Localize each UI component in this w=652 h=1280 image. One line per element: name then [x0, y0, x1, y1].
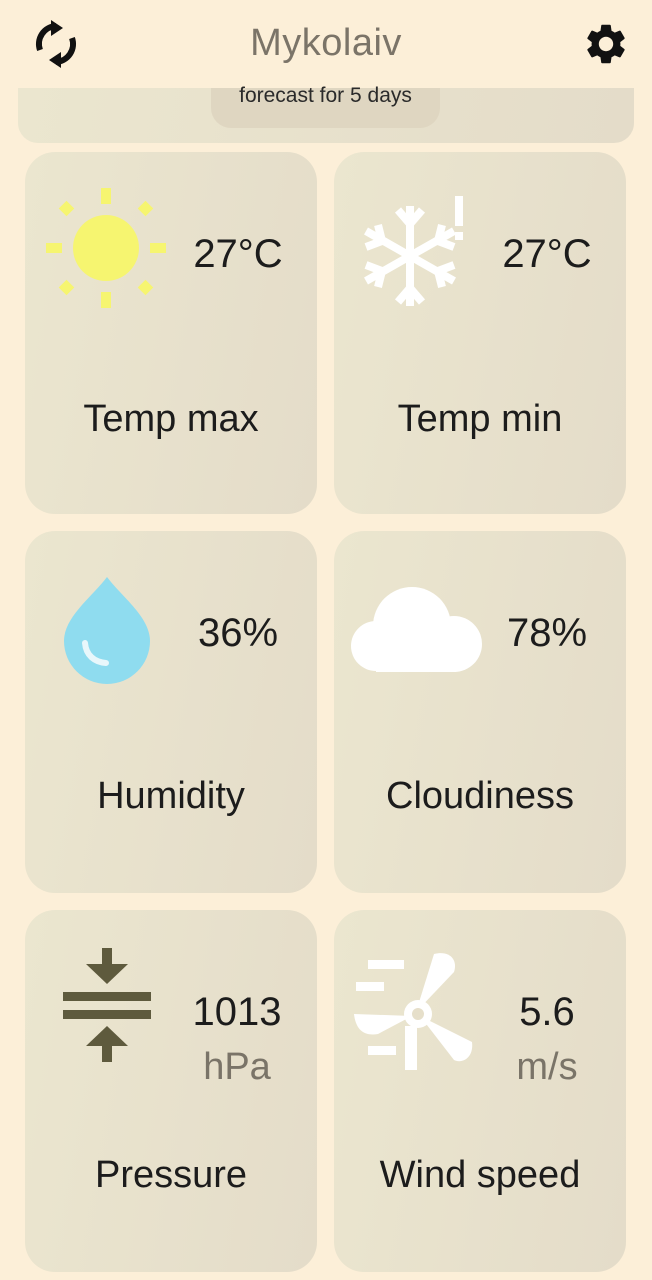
temp-min-value: 27°C	[502, 232, 592, 276]
pressure-value: 1013	[192, 990, 282, 1034]
humidity-value: 36%	[197, 611, 279, 655]
pressure-label: Pressure	[94, 1154, 248, 1196]
temp-max-card: 27°C Temp max	[25, 152, 317, 514]
cloudiness-value: 78%	[506, 611, 588, 655]
wind-turbine-icon	[354, 953, 473, 1070]
forecast-5-days-button[interactable]: forecast for 5 days	[211, 84, 440, 128]
gear-icon	[587, 24, 625, 64]
settings-button[interactable]	[578, 16, 634, 72]
wind-speed-unit: m/s	[516, 1046, 578, 1088]
temp-min-card: 27°C Temp min	[334, 152, 626, 514]
temp-max-label: Temp max	[83, 398, 259, 440]
pressure-icon	[63, 948, 151, 1062]
forecast-label: forecast for 5 days	[239, 84, 412, 107]
wind-speed-label: Wind speed	[379, 1154, 581, 1196]
temp-max-value: 27°C	[193, 232, 283, 276]
pressure-card: 1013 hPa Pressure	[25, 910, 317, 1272]
snowflake-icon	[364, 196, 463, 306]
humidity-label: Humidity	[97, 775, 245, 817]
pressure-unit: hPa	[203, 1046, 271, 1088]
wind-speed-card: 5.6 m/s Wind speed	[334, 910, 626, 1272]
city-title: Mykolaiv	[250, 22, 402, 64]
humidity-card: 36% Humidity	[25, 531, 317, 893]
water-drop-icon	[64, 577, 150, 684]
temp-min-label: Temp min	[397, 398, 563, 440]
cloudiness-label: Cloudiness	[386, 775, 574, 817]
wind-speed-value: 5.6	[519, 990, 575, 1034]
sun-icon	[46, 188, 166, 308]
forecast-panel: forecast for 5 days	[18, 84, 634, 143]
app-header: Mykolaiv	[0, 0, 652, 88]
cloudiness-card: 78% Cloudiness	[334, 531, 626, 893]
cloud-icon	[351, 587, 482, 672]
